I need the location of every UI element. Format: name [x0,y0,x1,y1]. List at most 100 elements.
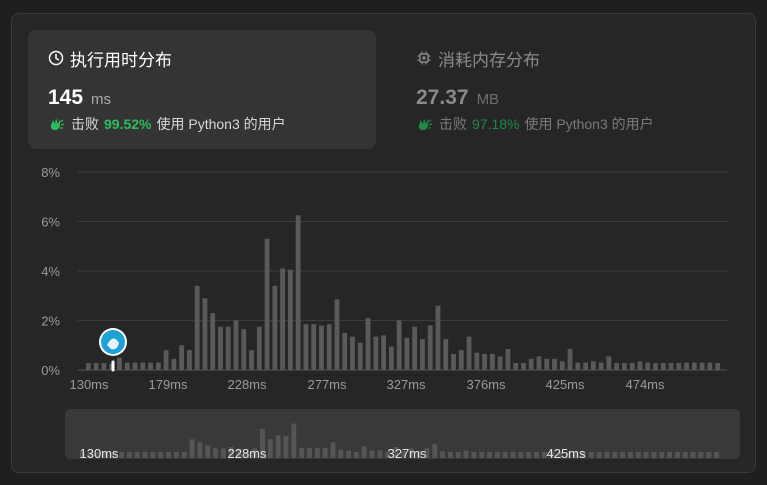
histogram-bar[interactable] [699,362,705,370]
histogram-bar[interactable] [458,350,464,370]
histogram-bar[interactable] [466,336,472,370]
histogram-bar[interactable] [684,362,689,370]
histogram-bar[interactable] [707,362,713,370]
histogram-bar[interactable] [567,348,573,370]
histogram-bar[interactable] [404,337,410,370]
histogram-bar[interactable] [233,320,239,371]
overview-bar [291,423,297,458]
overview-bar [166,452,171,458]
histogram-bar[interactable] [691,362,697,370]
histogram-bar[interactable] [163,350,169,370]
histogram-bar[interactable] [396,320,402,371]
histogram-bar[interactable] [256,326,262,370]
overview-bar [307,447,312,458]
histogram-bar[interactable] [124,362,130,370]
histogram-bar[interactable] [334,299,340,370]
histogram-bar[interactable] [575,362,581,370]
histogram-bar[interactable] [552,358,557,370]
histogram-bar[interactable] [420,339,425,370]
histogram-bar[interactable] [528,358,534,370]
histogram-bar[interactable] [521,363,526,370]
histogram-bar[interactable] [653,363,658,370]
overview-bar [714,452,720,458]
histogram-bar[interactable] [93,363,99,370]
histogram-bar[interactable] [86,363,91,370]
histogram-bar[interactable] [622,363,627,370]
histogram-bar[interactable] [606,356,612,370]
histogram-bar[interactable] [474,352,480,370]
histogram-bar[interactable] [357,342,363,370]
x-tick-label: 474ms [625,377,665,392]
histogram-bar[interactable] [559,361,565,370]
histogram-bar[interactable] [132,362,138,370]
histogram-bar[interactable] [381,335,387,370]
histogram-bar[interactable] [427,325,433,370]
histogram-bar[interactable] [660,363,666,370]
overview-bar [628,452,633,458]
histogram-bar[interactable] [388,346,394,370]
histogram-bar[interactable] [637,361,643,370]
histogram-bar[interactable] [179,345,185,370]
histogram-bar[interactable] [319,325,324,370]
histogram-bar[interactable] [435,305,441,370]
histogram-bar[interactable] [536,356,542,370]
histogram-bar[interactable] [629,363,635,370]
histogram-bar[interactable] [668,363,674,370]
histogram-bar[interactable] [148,362,153,370]
histogram-bar[interactable] [715,363,721,370]
histogram-bar[interactable] [373,336,379,370]
histogram-bar[interactable] [497,356,503,370]
overview-bar [706,452,712,458]
overview-x-tick-label: 327ms [387,446,427,461]
histogram-bar[interactable] [280,268,286,370]
overview-bar [377,450,383,458]
overview-bar [479,452,485,458]
histogram-bar[interactable] [171,358,177,370]
overview-bar [510,452,516,458]
histogram-bar[interactable] [140,362,146,370]
histogram-bar[interactable] [272,285,278,370]
histogram-bar[interactable] [287,269,293,370]
histogram-bar[interactable] [350,336,355,370]
histogram-bar[interactable] [264,238,270,370]
histogram-bar[interactable] [194,285,200,370]
overview-bar [314,448,320,458]
overview-bar [455,452,461,458]
histogram-bar[interactable] [614,363,620,370]
histogram-bar[interactable] [513,363,519,370]
x-tick-label: 130ms [69,377,109,392]
histogram-bar[interactable] [202,298,208,370]
histogram-bar[interactable] [451,353,456,370]
histogram-bar[interactable] [311,324,317,370]
overview-x-tick-label: 228ms [227,446,267,461]
histogram-bar[interactable] [117,357,122,370]
histogram-bar[interactable] [365,318,371,370]
histogram-bar[interactable] [645,362,651,370]
runtime-histogram: 8% 6% 4% 2% 0% 130ms 179ms 228ms 277ms 327ms 376ms… [41,165,740,461]
histogram-bar[interactable] [218,326,223,370]
histogram-bar[interactable] [489,353,495,370]
histogram-bar[interactable] [155,362,161,370]
histogram-bar[interactable] [225,326,231,370]
histogram-bar[interactable] [482,353,487,370]
histogram-bar[interactable] [210,313,216,370]
histogram-bar[interactable] [443,339,449,370]
histogram-bar[interactable] [342,332,348,370]
histogram-bar[interactable] [303,324,309,370]
histogram-bar[interactable] [241,329,247,370]
histogram-bar[interactable] [590,361,596,370]
histogram-bar[interactable] [186,350,192,370]
overview-bar [330,442,336,458]
overview-bar [354,451,359,458]
overview-bar [361,446,367,458]
histogram-bar[interactable] [676,363,682,370]
histogram-bar[interactable] [505,348,511,370]
histogram-bar[interactable] [544,358,550,370]
histogram-bar[interactable] [249,350,254,370]
histogram-bar[interactable] [412,326,418,370]
histogram-bar[interactable] [326,324,332,370]
histogram-bar[interactable] [583,362,588,370]
histogram-bar[interactable] [101,363,107,370]
histogram-bar[interactable] [598,362,604,370]
histogram-bar[interactable] [295,215,301,370]
